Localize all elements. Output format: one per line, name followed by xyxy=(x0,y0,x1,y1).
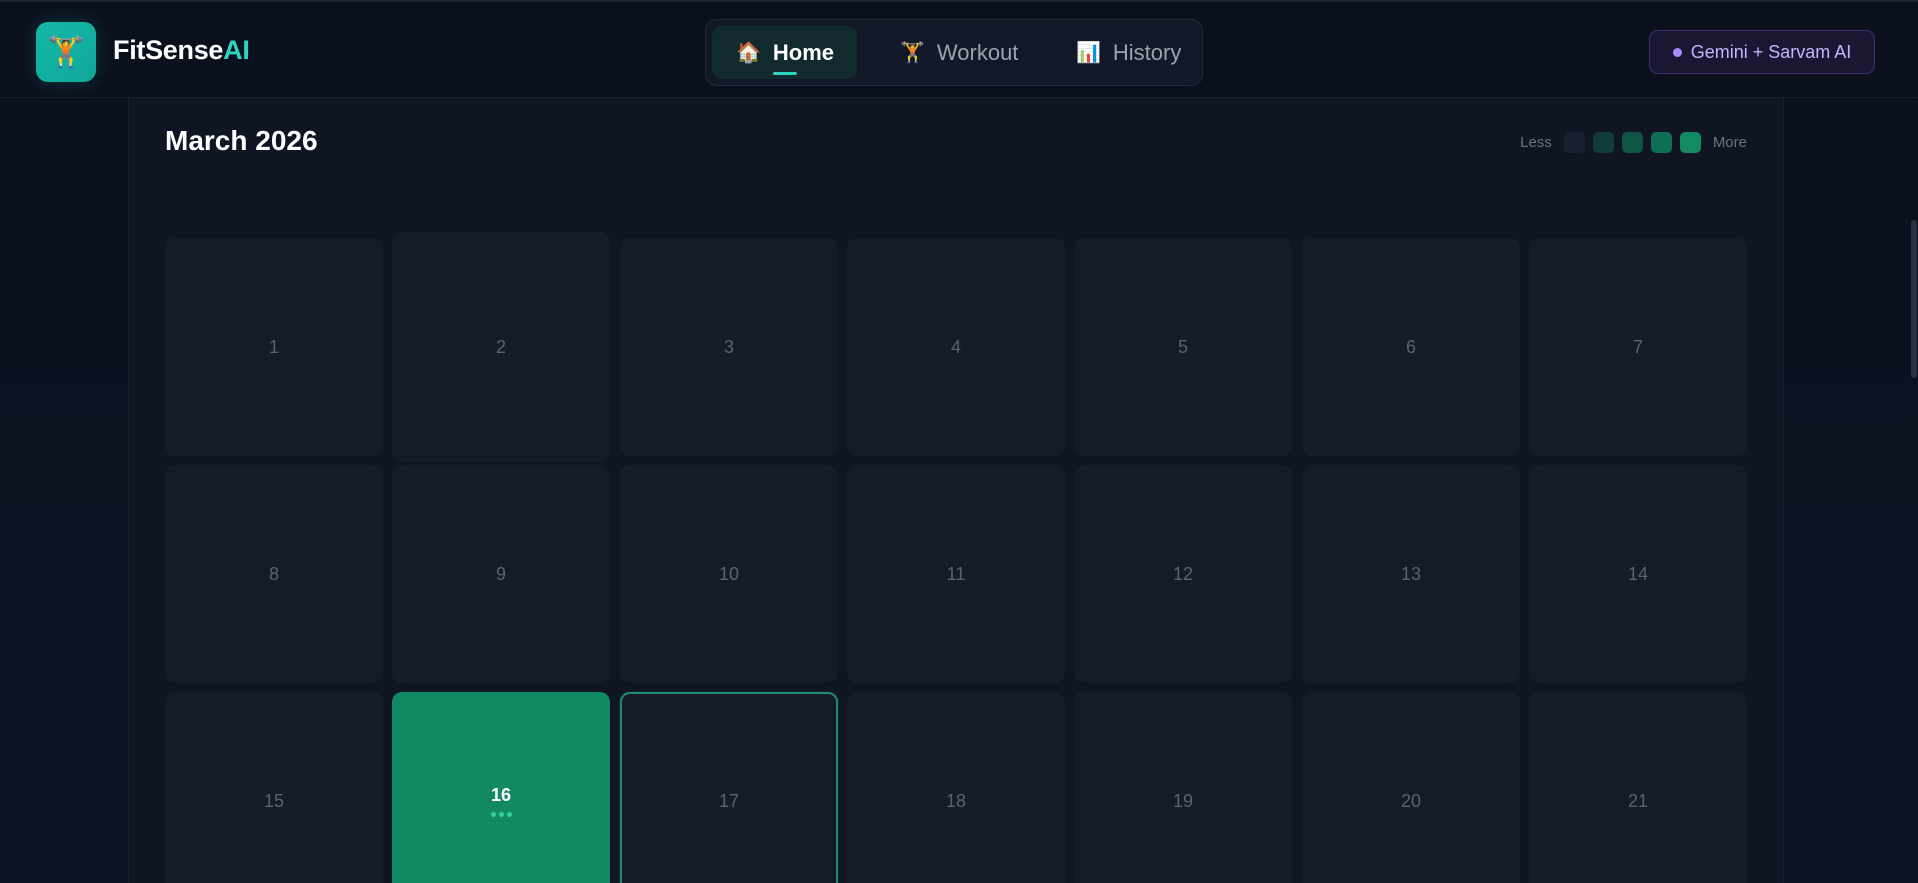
legend-less-label: Less xyxy=(1520,134,1552,151)
calendar-day-7[interactable]: 7 xyxy=(1529,238,1747,456)
brand-main: FitSense xyxy=(113,35,224,65)
day-number: 17 xyxy=(718,790,740,811)
tab-home-label: Home xyxy=(772,39,835,65)
activity-legend: Less More xyxy=(1520,132,1747,153)
page-scrollbar[interactable] xyxy=(1911,220,1917,378)
month-title: March 2026 xyxy=(165,125,318,156)
ai-model-badge: Gemini + Sarvam AI xyxy=(1649,30,1875,74)
calendar-day-6[interactable]: 6 xyxy=(1302,238,1520,456)
calendar-day-15[interactable]: 15 xyxy=(165,692,383,883)
day-number: 13 xyxy=(1400,563,1422,584)
calendar-day-16[interactable]: 16 xyxy=(392,692,610,883)
calendar-day-19[interactable]: 19 xyxy=(1074,692,1292,883)
calendar-day-18[interactable]: 18 xyxy=(847,692,1065,883)
calendar-day-13[interactable]: 13 xyxy=(1302,465,1520,683)
day-number: 16 xyxy=(490,785,512,805)
calendar-day-8[interactable]: 8 xyxy=(165,465,383,683)
tab-history-label: History xyxy=(1112,39,1182,65)
tab-workout[interactable]: 🏋 Workout xyxy=(876,26,1026,79)
day-number: 12 xyxy=(1172,563,1194,584)
home-icon: 🏠 xyxy=(736,42,761,64)
calendar-day-9[interactable]: 9 xyxy=(392,465,610,683)
legend-more-label: More xyxy=(1712,134,1747,151)
day-number: 19 xyxy=(1172,790,1194,811)
calendar-day-21[interactable]: 21 xyxy=(1529,692,1747,883)
day-number: 18 xyxy=(945,790,967,811)
legend-level-0 xyxy=(1563,132,1585,153)
legend-level-1 xyxy=(1592,132,1614,153)
day-number: 7 xyxy=(1632,336,1643,357)
calendar-day-2[interactable]: 2 xyxy=(392,232,610,462)
legend-level-4 xyxy=(1679,132,1701,153)
day-number: 20 xyxy=(1400,790,1422,811)
calendar-day-14[interactable]: 14 xyxy=(1529,465,1747,683)
day-number: 10 xyxy=(718,563,740,584)
day-number: 2 xyxy=(495,336,506,357)
legend-level-2 xyxy=(1621,132,1643,153)
dumbbell-icon: 🏋 xyxy=(900,42,925,64)
calendar-day-5[interactable]: 5 xyxy=(1074,238,1292,456)
brand-name[interactable]: FitSenseAI xyxy=(113,35,250,66)
day-number: 14 xyxy=(1627,563,1649,584)
calendar-day-12[interactable]: 12 xyxy=(1074,465,1292,683)
day-number: 15 xyxy=(263,790,285,811)
main-nav: 🏠 Home 🏋 Workout 📊 History xyxy=(705,19,1203,86)
day-number: 1 xyxy=(268,336,279,357)
activity-dots-icon xyxy=(490,812,512,817)
ai-model-label: Gemini + Sarvam AI xyxy=(1690,41,1852,62)
day-number: 4 xyxy=(950,336,961,357)
day-number: 11 xyxy=(946,563,966,584)
calendar-day-17[interactable]: 17 xyxy=(620,692,838,883)
calendar-day-3[interactable]: 3 xyxy=(620,238,838,456)
day-number: 9 xyxy=(495,563,506,584)
app-header: 🏋️ FitSenseAI 🏠 Home 🏋 Workout 📊 History… xyxy=(0,0,1918,98)
day-number: 6 xyxy=(1405,336,1416,357)
day-number: 21 xyxy=(1627,790,1649,811)
day-number: 5 xyxy=(1177,336,1188,357)
day-number: 8 xyxy=(268,563,279,584)
legend-level-3 xyxy=(1650,132,1672,153)
logo-glyph: 🏋️ xyxy=(47,35,85,69)
calendar-card: March 2026 Less More SUNMONTUEWEDTHUFRIS… xyxy=(128,98,1784,883)
tab-workout-label: Workout xyxy=(936,39,1019,65)
calendar-day-20[interactable]: 20 xyxy=(1302,692,1520,883)
day-number: 3 xyxy=(723,336,734,357)
status-dot-icon xyxy=(1672,47,1682,57)
calendar-day-1[interactable]: 1 xyxy=(165,238,383,456)
tab-history[interactable]: 📊 History xyxy=(1052,26,1202,79)
calendar-day-11[interactable]: 11 xyxy=(847,465,1065,683)
chart-icon: 📊 xyxy=(1076,42,1101,64)
dumbbell-logo-icon[interactable]: 🏋️ xyxy=(36,22,96,82)
tab-home[interactable]: 🏠 Home xyxy=(712,26,857,79)
brand-accent: AI xyxy=(223,35,250,65)
calendar-day-4[interactable]: 4 xyxy=(847,238,1065,456)
calendar-day-10[interactable]: 10 xyxy=(620,465,838,683)
